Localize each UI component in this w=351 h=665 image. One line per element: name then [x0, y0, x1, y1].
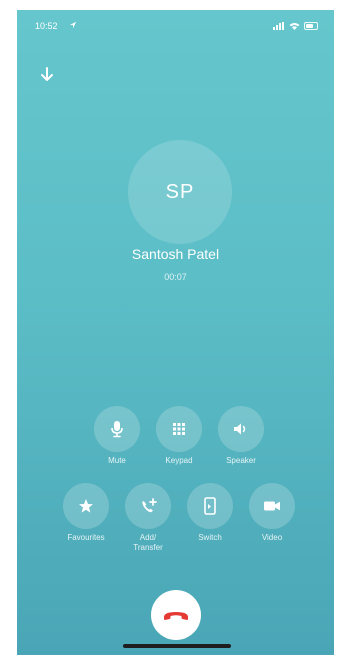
keypad-icon [173, 423, 185, 435]
status-bar: 10:52 [17, 10, 334, 44]
star-icon [79, 499, 93, 513]
favourites-label: Favourites [67, 533, 105, 542]
favourites-button[interactable]: Favourites [56, 483, 116, 543]
call-screen: 10:52 SP Santosh Patel 00:07 Mute Keypad… [17, 10, 334, 655]
add-transfer-label: Add/ Transfer [133, 533, 163, 552]
keypad-label: Keypad [165, 456, 193, 465]
switch-button[interactable]: Switch [180, 483, 240, 543]
switch-device-icon [204, 497, 216, 515]
status-time: 10:52 [35, 21, 58, 31]
battery-icon [304, 22, 318, 30]
video-camera-icon [264, 501, 280, 511]
switch-label: Switch [198, 533, 222, 542]
wifi-icon [289, 23, 300, 30]
video-label: Video [261, 533, 283, 542]
caller-name: Santosh Patel [131, 246, 220, 262]
microphone-icon [111, 421, 123, 438]
caller-avatar: SP [128, 140, 232, 244]
add-call-icon [141, 497, 157, 512]
signal-icon [273, 22, 285, 30]
add-transfer-button[interactable]: Add/ Transfer [118, 483, 178, 553]
end-call-button[interactable] [151, 590, 201, 640]
status-icons [273, 21, 318, 31]
mute-label: Mute [108, 456, 126, 465]
caller-initials: SP [165, 180, 195, 203]
hang-up-icon [164, 612, 188, 620]
speaker-icon [234, 423, 246, 435]
video-button[interactable]: Video [242, 483, 302, 543]
mute-button[interactable]: Mute [87, 406, 147, 466]
location-arrow-icon [69, 21, 77, 29]
speaker-button[interactable]: Speaker [211, 406, 271, 466]
speaker-label: Speaker [226, 456, 256, 465]
minimize-call-button[interactable] [39, 66, 55, 84]
call-duration: 00:07 [164, 272, 187, 282]
keypad-button[interactable]: Keypad [149, 406, 209, 466]
home-indicator[interactable] [123, 644, 231, 648]
